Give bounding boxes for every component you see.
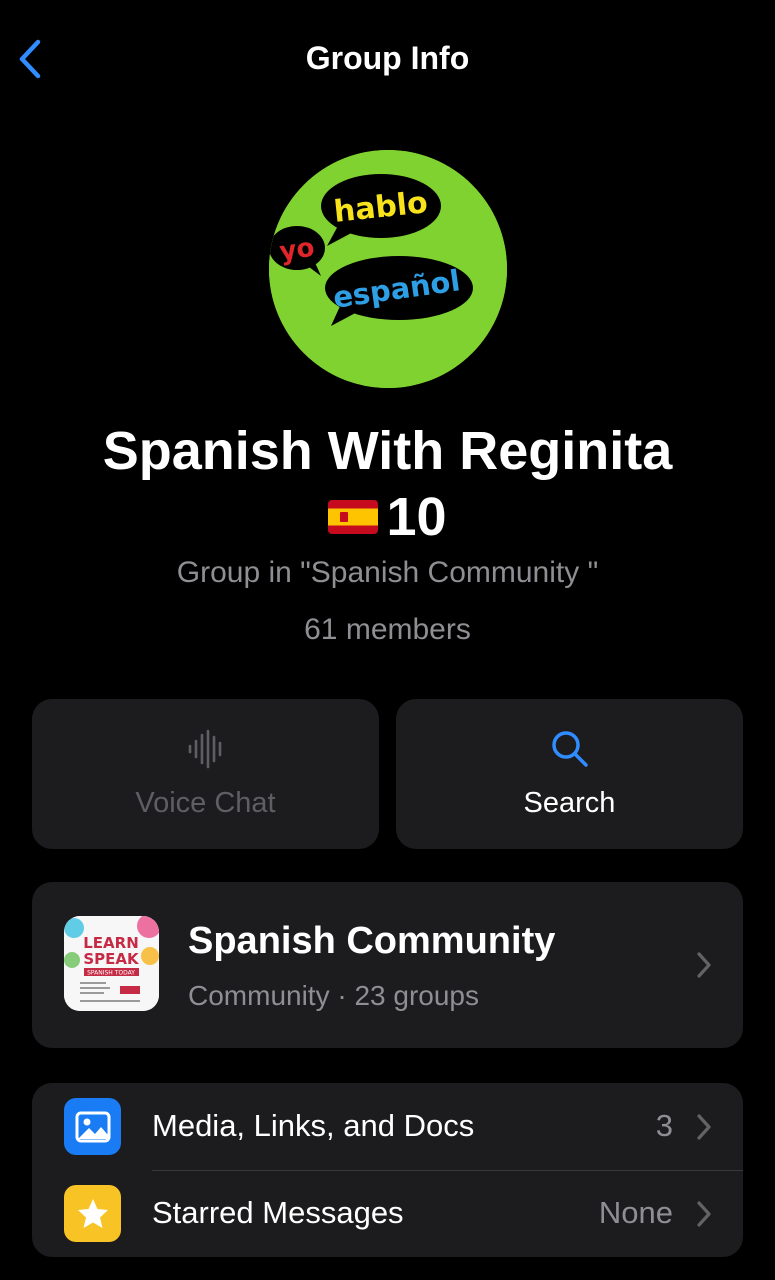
voice-chat-button[interactable]: Voice Chat <box>32 699 379 849</box>
community-name: Spanish Community <box>188 920 556 962</box>
starred-messages-label: Starred Messages <box>152 1195 404 1230</box>
group-name-line1: Spanish With Reginita <box>102 421 673 481</box>
speech-bubbles-logo: hablo yo español <box>269 150 507 388</box>
search-label: Search <box>523 787 616 819</box>
member-count[interactable]: 61 members <box>0 613 775 647</box>
community-row[interactable]: LEARN SPEAK SPANISH TODAY Spanish Commun… <box>32 882 743 1048</box>
page-title: Group Info <box>305 40 470 76</box>
community-subtitle: Community · 23 groups <box>188 980 480 1011</box>
waveform-icon <box>188 729 221 769</box>
chevron-right-icon <box>697 1114 711 1140</box>
search-button[interactable]: Search <box>396 699 743 849</box>
chevron-right-icon <box>697 952 711 978</box>
media-links-docs-row[interactable]: Media, Links, and Docs 3 <box>32 1083 743 1170</box>
thumb-speak-text: SPEAK <box>83 950 140 968</box>
media-count: 3 <box>655 1108 673 1143</box>
starred-count: None <box>598 1195 673 1230</box>
media-links-docs-label: Media, Links, and Docs <box>152 1108 475 1143</box>
nav-bar: Group Info <box>0 0 775 120</box>
chevron-right-icon <box>697 1201 711 1227</box>
group-name: Spanish With Reginita 10 <box>0 418 775 550</box>
starred-messages-row[interactable]: Starred Messages None <box>32 1170 743 1257</box>
group-name-line2: 10 <box>0 484 775 550</box>
star-icon <box>64 1185 121 1242</box>
group-name-number: 10 <box>386 487 447 547</box>
search-icon <box>551 731 588 767</box>
community-thumbnail-art: LEARN SPEAK SPANISH TODAY <box>64 916 159 1011</box>
thumb-spanish-today-text: SPANISH TODAY <box>87 970 135 977</box>
group-subtitle: Group in "Spanish Community " <box>176 556 599 589</box>
photo-icon <box>64 1098 121 1155</box>
voice-chat-label: Voice Chat <box>135 787 276 819</box>
community-thumbnail: LEARN SPEAK SPANISH TODAY <box>64 916 159 1011</box>
info-list: Media, Links, and Docs 3 Starred Message… <box>32 1083 743 1257</box>
group-avatar[interactable]: hablo yo español <box>269 150 507 388</box>
spain-flag-icon <box>328 500 379 534</box>
word-yo: yo <box>278 233 317 268</box>
